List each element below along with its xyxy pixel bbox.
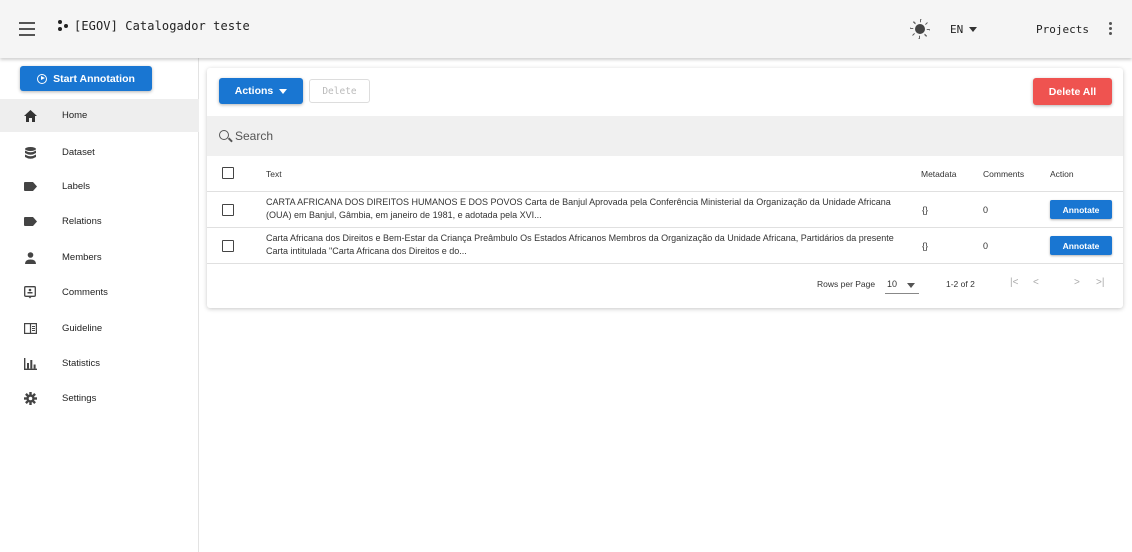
search-input[interactable]: [235, 127, 1095, 145]
document-comments-count: 0: [983, 241, 989, 251]
app-bar: [EGOV] Catalogador teste EN Projects: [0, 0, 1132, 58]
sidebar-item-label: Guideline: [62, 323, 103, 334]
sidebar-item-label: Relations: [62, 216, 102, 227]
chevron-down-icon: [279, 88, 288, 94]
rows-per-page-select[interactable]: 10: [885, 277, 919, 294]
sidebar-item-members[interactable]: Members: [0, 241, 199, 274]
label-icon: [23, 180, 37, 194]
row-checkbox[interactable]: [222, 204, 234, 216]
projects-link[interactable]: Projects: [1036, 23, 1089, 36]
rows-per-page-label: Rows per Page: [817, 279, 876, 289]
sidebar-item-label: Settings: [62, 393, 97, 404]
project-brand[interactable]: [EGOV] Catalogador teste: [58, 19, 250, 33]
document-metadata: {}: [922, 205, 929, 215]
actions-button[interactable]: Actions: [219, 78, 303, 104]
delete-button[interactable]: Delete: [309, 79, 370, 103]
sidebar-item-label: Labels: [62, 181, 90, 192]
column-header-text[interactable]: Text: [266, 169, 282, 179]
sidebar-item-statistics[interactable]: Statistics: [0, 347, 199, 380]
home-icon: [23, 109, 37, 123]
theme-toggle-icon[interactable]: [915, 24, 925, 34]
language-label: EN: [950, 23, 964, 36]
select-all-checkbox[interactable]: [222, 167, 234, 179]
chevron-down-icon: [969, 27, 978, 32]
sidebar-item-label: Home: [62, 110, 88, 121]
documents-card: Actions Delete Delete All Text Metadata …: [207, 68, 1123, 308]
sidebar-item-label: Comments: [62, 287, 108, 298]
sidebar-item-comments[interactable]: Comments: [0, 276, 199, 309]
row-checkbox[interactable]: [222, 240, 234, 252]
sidebar-item-guideline[interactable]: Guideline: [0, 312, 199, 345]
table-footer: Rows per Page 10 1-2 of 2 |< < > >|: [207, 267, 1123, 303]
table-header: Text Metadata Comments Action: [207, 156, 1123, 192]
prev-page-icon[interactable]: <: [1033, 277, 1039, 288]
search-icon: [219, 130, 229, 140]
annotate-button[interactable]: Annotate: [1050, 200, 1112, 219]
column-header-metadata[interactable]: Metadata: [921, 169, 956, 179]
column-header-comments[interactable]: Comments: [983, 169, 1024, 179]
delete-all-button[interactable]: Delete All: [1033, 78, 1112, 105]
chevron-down-icon: [907, 283, 915, 288]
table-row[interactable]: CARTA AFRICANA DOS DIREITOS HUMANOS E DO…: [207, 192, 1123, 228]
sidebar-item-labels[interactable]: Labels: [0, 170, 199, 203]
last-page-icon[interactable]: >|: [1096, 277, 1104, 288]
language-menu[interactable]: EN: [950, 23, 978, 36]
table-row[interactable]: Carta Africana dos Direitos e Bem-Estar …: [207, 228, 1123, 264]
start-annotation-label: Start Annotation: [53, 72, 135, 85]
annotate-button[interactable]: Annotate: [1050, 236, 1112, 255]
sidebar-item-home[interactable]: Home: [0, 99, 199, 132]
gear-icon: [23, 392, 37, 406]
document-metadata: {}: [922, 241, 929, 251]
sidebar-item-label: Dataset: [62, 147, 95, 158]
play-circle-icon: [37, 73, 48, 84]
document-text: Carta Africana dos Direitos e Bem-Estar …: [266, 233, 894, 256]
project-title: [EGOV] Catalogador teste: [74, 19, 250, 33]
more-vert-icon[interactable]: [1109, 22, 1113, 36]
menu-icon[interactable]: [19, 22, 35, 36]
document-comments-count: 0: [983, 205, 989, 215]
database-icon: [23, 146, 37, 160]
start-annotation-button[interactable]: Start Annotation: [20, 66, 152, 91]
sidebar-item-label: Statistics: [62, 358, 101, 369]
sidebar: Start Annotation Home Dataset Labels Rel…: [0, 58, 199, 552]
sidebar-item-settings[interactable]: Settings: [0, 382, 199, 415]
actions-label: Actions: [234, 85, 274, 97]
account-icon: [23, 251, 37, 265]
sidebar-item-label: Members: [62, 252, 102, 263]
document-text: CARTA AFRICANA DOS DIREITOS HUMANOS E DO…: [266, 197, 891, 220]
sidebar-item-relations[interactable]: Relations: [0, 205, 199, 238]
comment-icon: [23, 286, 37, 300]
book-icon: [23, 322, 37, 336]
rows-per-page-value: 10: [887, 279, 898, 289]
sidebar-item-dataset[interactable]: Dataset: [0, 136, 199, 169]
label-icon: [23, 215, 37, 229]
chart-icon: [23, 357, 37, 371]
project-logo-icon: [58, 20, 70, 32]
first-page-icon[interactable]: |<: [1010, 277, 1018, 288]
next-page-icon[interactable]: >: [1074, 277, 1080, 288]
column-header-action: Action: [1050, 169, 1074, 179]
search-bar: [207, 116, 1123, 156]
pagination-range: 1-2 of 2: [946, 279, 975, 289]
